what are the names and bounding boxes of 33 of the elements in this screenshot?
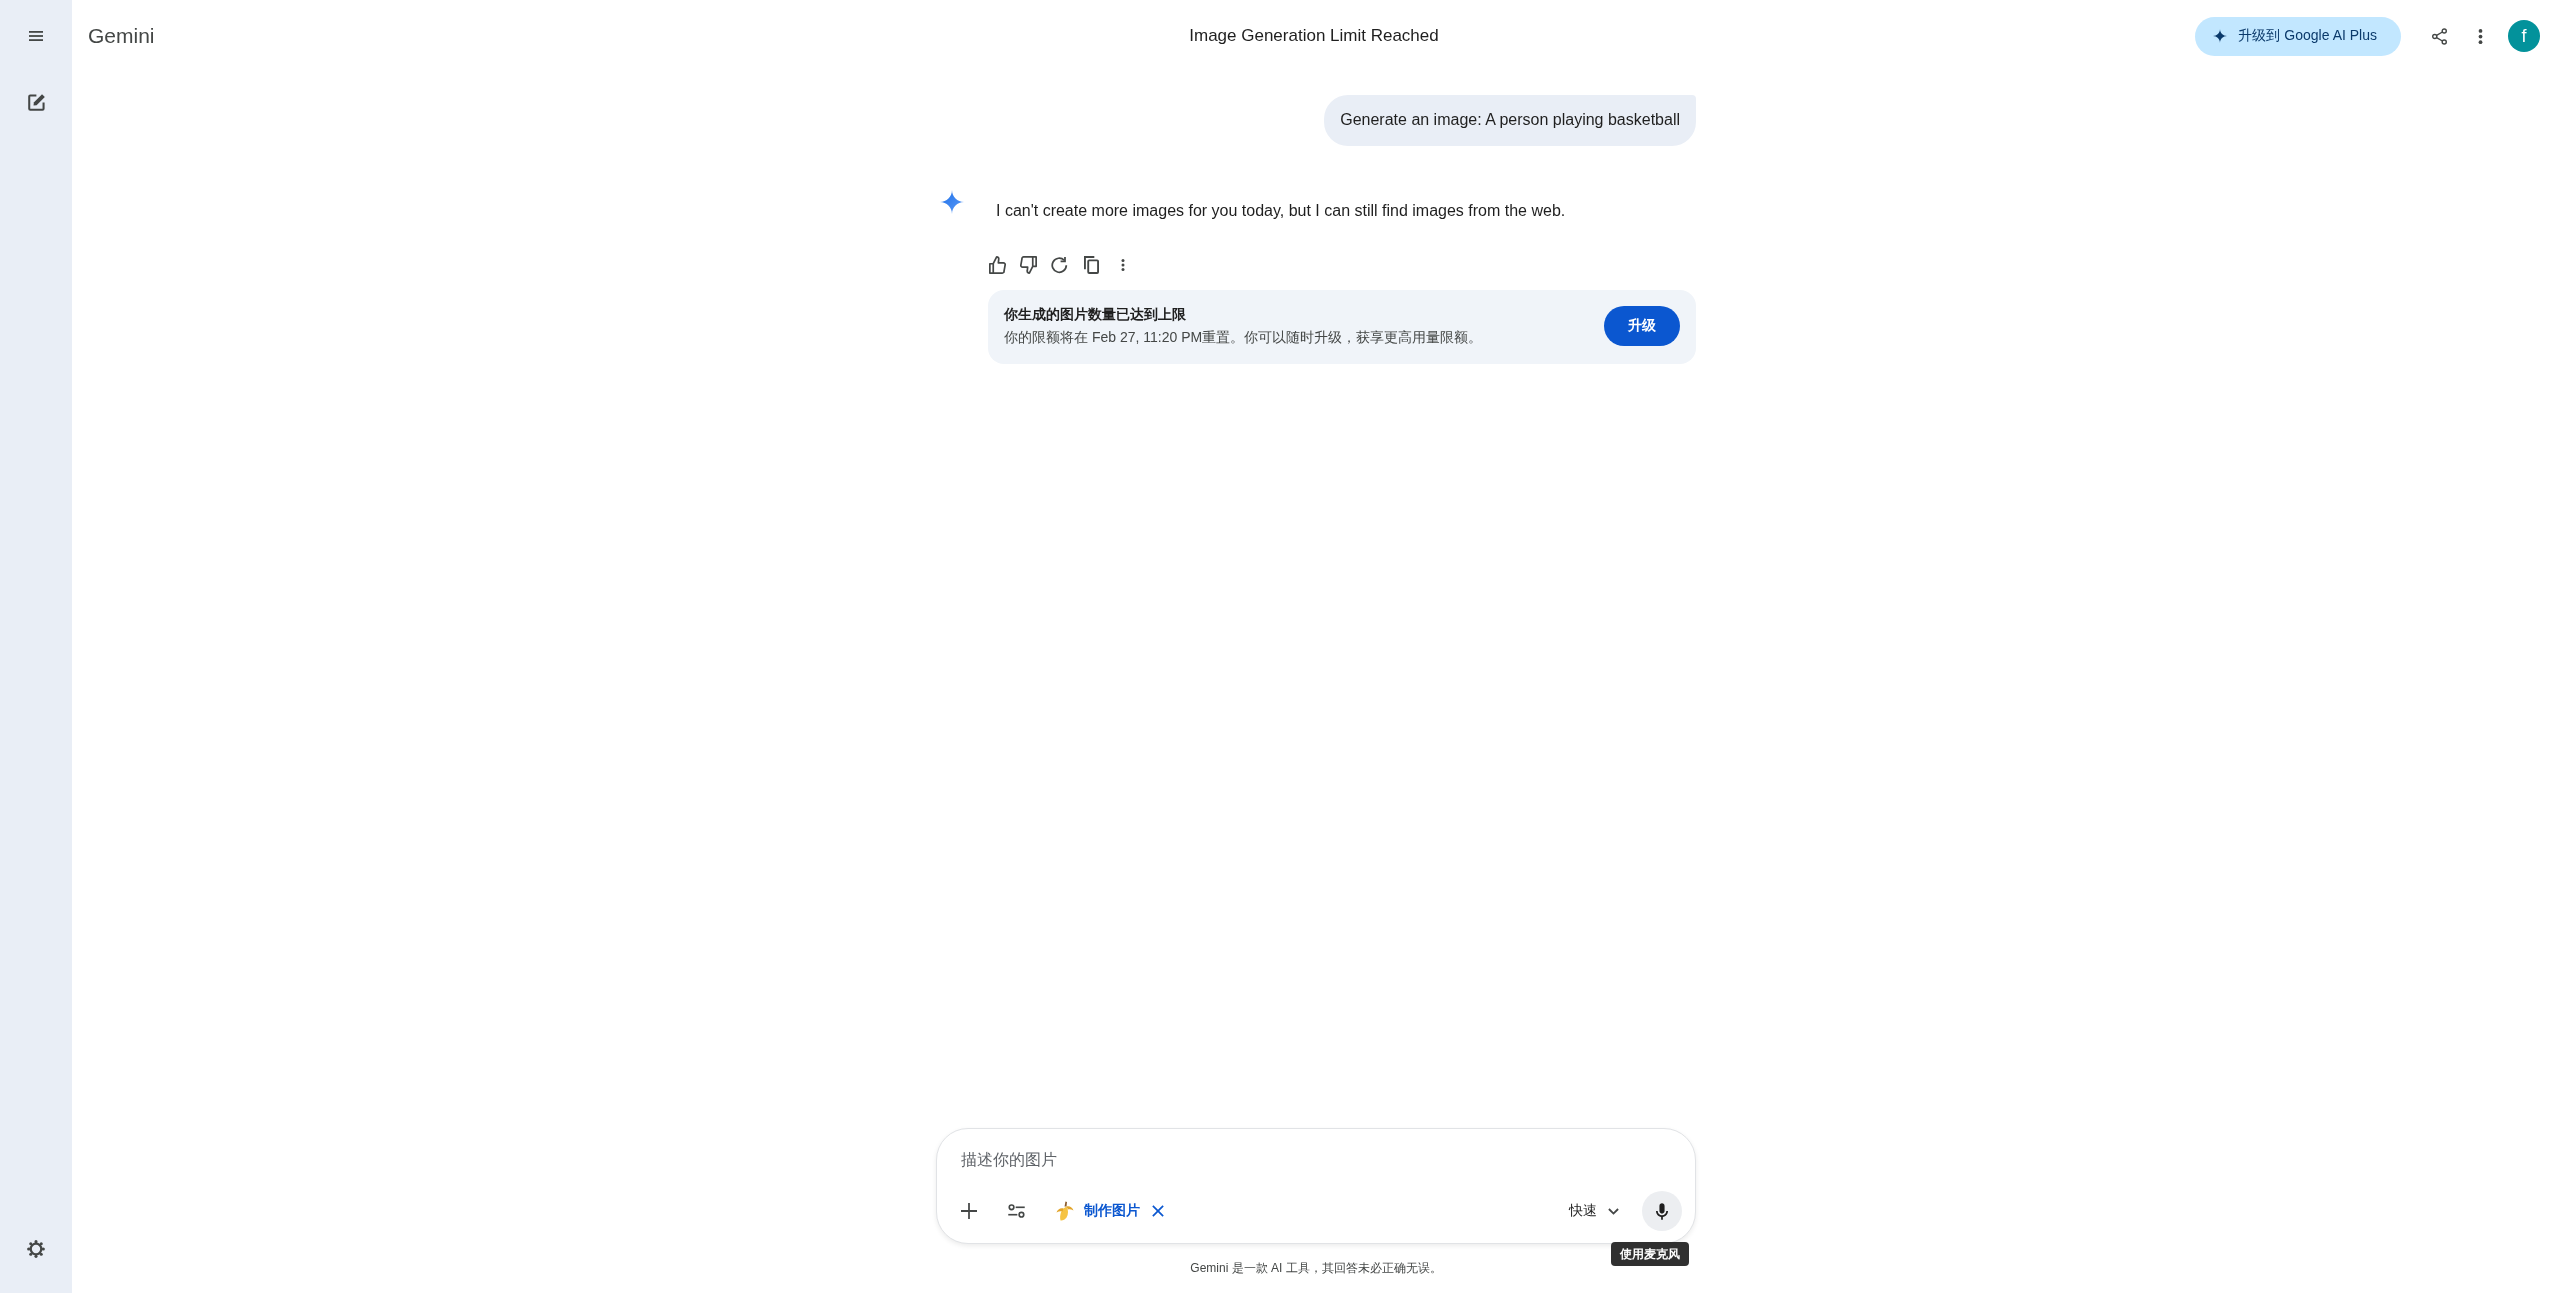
prompt-input-field[interactable]: 描述你的图片 <box>961 1148 1682 1172</box>
share-icon[interactable] <box>2432 27 2447 45</box>
image-tool-button[interactable]: 制作图片 <box>1084 1202 1140 1220</box>
more-icon[interactable] <box>1121 259 1125 271</box>
sparkle-icon <box>2213 29 2228 43</box>
notice-text: 你的限额将在 Feb 27, 11:20 PM重置。你可以随时升级，获享更高用量限额。 <box>1004 328 1483 347</box>
disclaimer-text: Gemini 是一款 AI 工具，其回答未必正确无误。 <box>1190 1260 1442 1276</box>
plus-icon[interactable] <box>961 1203 977 1219</box>
user-message: Generate an image: A person playing basketball <box>1324 95 1696 146</box>
more-icon[interactable] <box>2478 28 2483 44</box>
response-text: I can't create more images for you today, but I can still find images from the web. <box>996 201 1566 221</box>
app-name: Gemini <box>88 24 155 48</box>
upgrade-button[interactable]: 升级 <box>1604 305 1680 346</box>
edit-icon[interactable] <box>27 94 45 111</box>
refresh-icon[interactable] <box>1051 256 1068 274</box>
mic-icon <box>1656 1202 1668 1220</box>
menu-icon[interactable] <box>29 31 43 41</box>
avatar[interactable]: f <box>2508 20 2540 52</box>
mic-button[interactable] <box>1642 1191 1682 1231</box>
thumbs-up-icon[interactable] <box>989 256 1006 274</box>
conversation-title: Image Generation Limit Reached <box>1189 26 1439 46</box>
close-icon[interactable] <box>1152 1205 1164 1217</box>
copy-icon[interactable] <box>1084 256 1099 274</box>
notice-title: 你生成的图片数量已达到上限 <box>1004 305 1186 324</box>
banana-icon <box>1055 1201 1075 1221</box>
sparkle-icon <box>940 190 964 214</box>
thumbs-down-icon[interactable] <box>1020 256 1037 274</box>
sliders-icon[interactable] <box>1008 1204 1025 1218</box>
mode-selector[interactable]: 快速 <box>1569 1202 1619 1220</box>
upgrade-button[interactable]: 升级到 Google AI Plus <box>2195 16 2401 56</box>
mic-tooltip: 使用麦克风 <box>1611 1242 1689 1266</box>
chevron-down-icon <box>1608 1207 1619 1215</box>
settings-icon[interactable] <box>27 1240 45 1258</box>
